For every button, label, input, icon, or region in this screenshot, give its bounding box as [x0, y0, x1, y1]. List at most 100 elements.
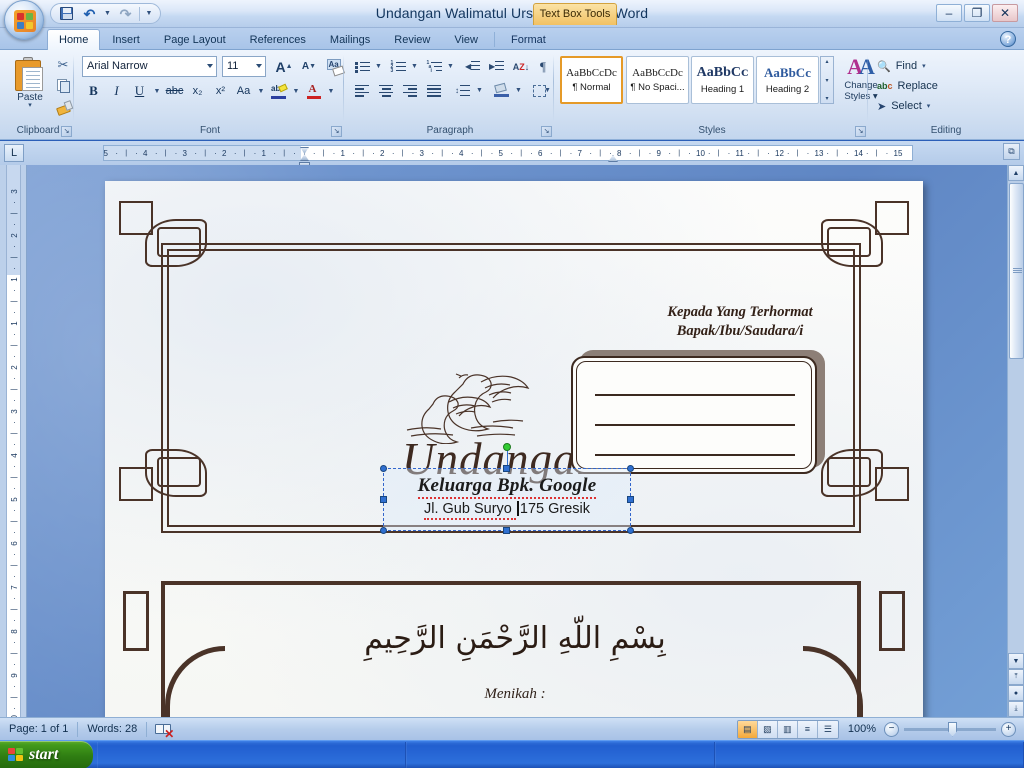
superscript-button[interactable]: x² — [209, 80, 232, 102]
sort-button[interactable]: AZ↓ — [510, 56, 532, 77]
view-outline[interactable]: ≡ — [797, 720, 818, 738]
paste-button[interactable]: Paste ▾ — [8, 54, 52, 116]
format-painter-button[interactable] — [54, 97, 72, 116]
cut-button[interactable]: ✂ — [54, 55, 72, 74]
style-no-spacing[interactable]: AaBbCcDc ¶ No Spaci... — [626, 56, 689, 104]
scroll-up-button[interactable]: ▲ — [1008, 165, 1024, 181]
chevron-down-icon[interactable]: ▾ — [927, 102, 931, 110]
vertical-scrollbar[interactable]: ▲ ▼ ⤒ ● ⤓ — [1007, 165, 1024, 717]
zoom-in-button[interactable]: + — [1001, 721, 1016, 737]
shading-button[interactable] — [490, 80, 513, 101]
font-dialog-launcher[interactable]: ↘ — [331, 126, 342, 137]
font-color-dropdown[interactable]: ▼ — [325, 80, 337, 102]
rotation-handle[interactable] — [503, 443, 511, 451]
document-page[interactable]: Undangan Kepada Yang Terhormat Bapak/Ibu… — [105, 181, 923, 717]
help-button[interactable]: ? — [1000, 31, 1016, 47]
paste-dropdown-arrow[interactable]: ▾ — [28, 102, 32, 109]
selected-text-box[interactable]: Keluarga Bpk. Google Jl. Gub Suryo 175 G… — [380, 443, 634, 534]
find-button[interactable]: 🔍 Find ▾ — [874, 56, 964, 76]
chevron-down-icon[interactable]: ▾ — [922, 62, 926, 70]
view-draft[interactable]: ☰ — [817, 720, 838, 738]
tab-mailings[interactable]: Mailings — [318, 29, 382, 50]
decrease-indent-button[interactable]: ◀ — [461, 56, 484, 77]
styles-dialog-launcher[interactable]: ↘ — [855, 126, 866, 137]
zoom-slider-thumb[interactable] — [948, 721, 957, 737]
italic-button[interactable]: I — [105, 80, 128, 102]
zoom-slider-control[interactable]: − + — [884, 721, 1016, 737]
increase-indent-button[interactable]: ▶ — [485, 56, 508, 77]
change-case-dropdown[interactable]: ▼ — [255, 80, 267, 102]
font-name-combobox[interactable]: Arial Narrow — [82, 56, 217, 77]
zoom-out-button[interactable]: − — [884, 721, 899, 737]
start-button[interactable]: start — [0, 741, 93, 768]
show-formatting-marks-button[interactable]: ¶ — [533, 56, 553, 77]
styles-gallery-scroll[interactable]: ▴ ▾ ▾ — [820, 56, 834, 104]
shrink-font-button[interactable]: A ▼ — [297, 56, 321, 77]
view-ruler-button[interactable]: ⧉ — [1003, 143, 1020, 160]
style-heading-1[interactable]: AaBbCᴄ Heading 1 — [691, 56, 754, 104]
tab-references[interactable]: References — [238, 29, 318, 50]
next-page-button[interactable]: ⤓ — [1008, 701, 1024, 717]
line-spacing-button[interactable]: ↕ — [451, 80, 474, 101]
resize-handle-bl[interactable] — [380, 527, 387, 534]
font-size-combobox[interactable]: 11 — [222, 56, 266, 77]
tab-insert[interactable]: Insert — [100, 29, 152, 50]
clear-formatting-button[interactable] — [323, 56, 346, 77]
clipboard-dialog-launcher[interactable]: ↘ — [61, 126, 72, 137]
replace-button[interactable]: abc Replace — [874, 76, 964, 96]
font-color-button[interactable] — [302, 80, 325, 102]
select-button[interactable]: ➤ Select ▾ — [874, 96, 964, 116]
style-heading-2[interactable]: AaBbCc Heading 2 — [756, 56, 819, 104]
resize-handle-tr[interactable] — [627, 465, 634, 472]
style-normal[interactable]: AaBbCcDc ¶ Normal — [560, 56, 623, 104]
shading-dropdown[interactable]: ▼ — [513, 80, 524, 101]
scroll-up-icon[interactable]: ▴ — [825, 58, 828, 65]
resize-handle-bc[interactable] — [503, 527, 510, 534]
select-browse-object-button[interactable]: ● — [1008, 685, 1024, 701]
justify-button[interactable] — [423, 80, 446, 101]
taskbar-slot[interactable] — [97, 742, 406, 768]
scroll-down-button[interactable]: ▼ — [1008, 653, 1024, 669]
align-right-button[interactable] — [399, 80, 422, 101]
resize-handle-tl[interactable] — [380, 465, 387, 472]
scrollbar-thumb[interactable] — [1009, 183, 1024, 359]
resize-handle-tc[interactable] — [503, 465, 510, 472]
copy-button[interactable] — [54, 76, 72, 95]
bullets-dropdown[interactable]: ▼ — [373, 56, 384, 77]
align-left-button[interactable] — [351, 80, 374, 101]
taskbar-slot[interactable] — [406, 742, 715, 768]
taskbar-slot[interactable] — [715, 742, 1024, 768]
highlight-dropdown[interactable]: ▼ — [290, 80, 302, 102]
tab-home[interactable]: Home — [47, 29, 101, 50]
align-center-button[interactable] — [375, 80, 398, 101]
scroll-down-icon[interactable]: ▾ — [825, 77, 828, 84]
line-spacing-dropdown[interactable]: ▼ — [474, 80, 485, 101]
horizontal-ruler[interactable]: 5 · | · 4 · | · 3 · | · 2 · | · 1 · | · 1 2 3 4 5 6 7 8 9 10 11 12 13 14 1… — [103, 145, 913, 167]
proofing-errors-icon[interactable]: ✕ — [155, 722, 174, 740]
resize-handle-br[interactable] — [627, 527, 634, 534]
underline-dropdown[interactable]: ▼ — [151, 80, 163, 102]
vertical-ruler[interactable]: 3 · | · 2 · | · 1 · | · 1 · | · 2 · | · 3 · | · 4 · | · 5 · | · 6 · | · 7 · | ·… — [0, 165, 27, 717]
close-button[interactable]: ✕ — [992, 4, 1018, 22]
multilevel-dropdown[interactable]: ▼ — [445, 56, 456, 77]
change-case-button[interactable]: Aa — [232, 80, 255, 102]
underline-button[interactable]: U — [128, 80, 151, 102]
minimize-button[interactable]: – — [936, 4, 962, 22]
page-indicator[interactable]: Page: 1 of 1 — [0, 718, 77, 741]
tab-format[interactable]: Format — [499, 29, 558, 50]
tab-review[interactable]: Review — [382, 29, 442, 50]
borders-dropdown[interactable]: ▼ — [542, 80, 553, 101]
multilevel-list-button[interactable]: 1 a i — [423, 56, 445, 77]
paragraph-dialog-launcher[interactable]: ↘ — [541, 126, 552, 137]
view-web-layout[interactable]: ▥ — [777, 720, 798, 738]
scrollbar-track[interactable] — [1008, 181, 1024, 653]
tab-stop-selector[interactable]: L — [4, 144, 24, 162]
tab-page-layout[interactable]: Page Layout — [152, 29, 238, 50]
grow-font-button[interactable]: A ▲ — [272, 56, 296, 77]
view-full-screen-reading[interactable]: ▧ — [757, 720, 778, 738]
word-count[interactable]: Words: 28 — [78, 718, 146, 741]
subscript-button[interactable]: x₂ — [186, 80, 209, 102]
zoom-slider-track[interactable] — [904, 721, 996, 737]
maximize-button[interactable]: ❐ — [964, 4, 990, 22]
zoom-level-label[interactable]: 100% — [848, 723, 876, 735]
